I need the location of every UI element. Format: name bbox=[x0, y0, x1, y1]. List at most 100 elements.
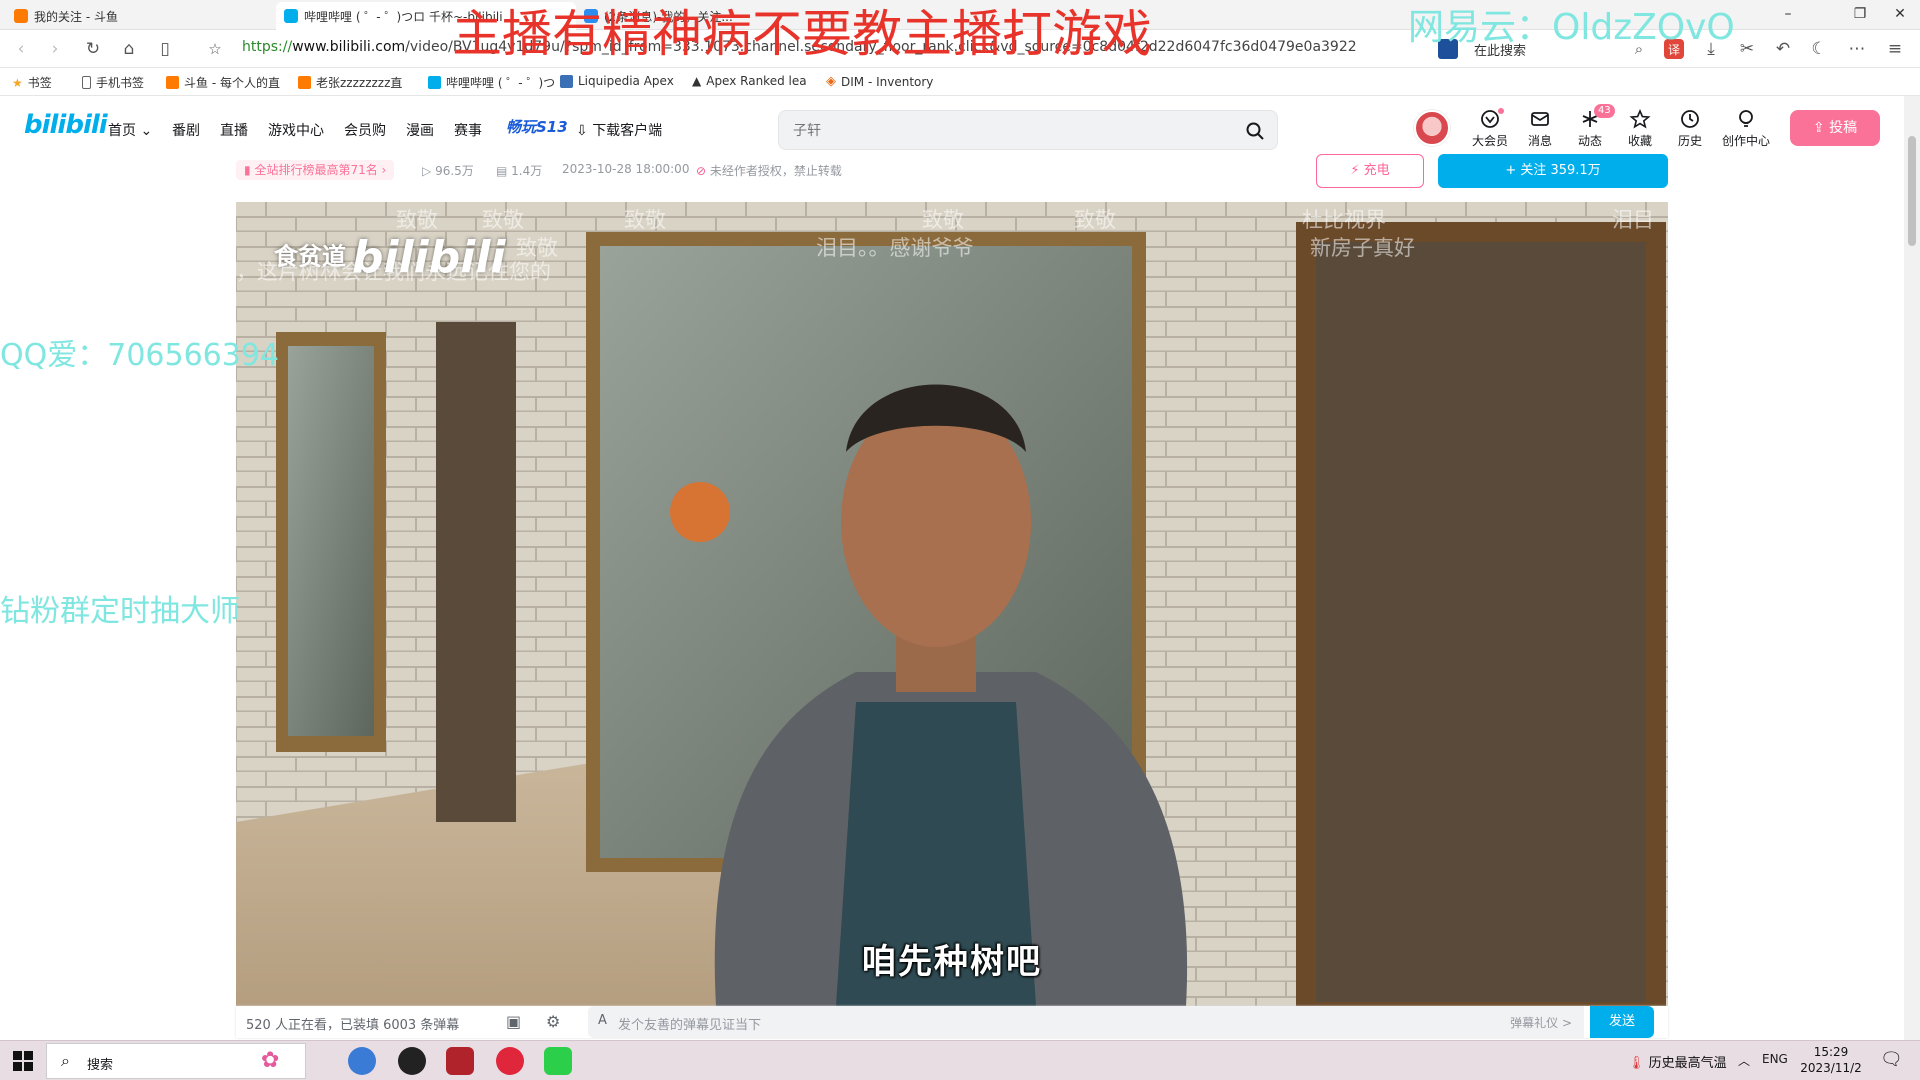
search-input[interactable] bbox=[793, 121, 1213, 141]
bookmark-item[interactable]: 手机书签 bbox=[82, 74, 144, 91]
header-vip[interactable]: 大会员 bbox=[1466, 108, 1514, 149]
bookmark-item[interactable]: 老张zzzzzzzz直 bbox=[298, 74, 402, 91]
danmaku-item: 致敬 bbox=[396, 208, 438, 232]
nav-esports[interactable]: 赛事 bbox=[454, 120, 482, 140]
danmaku-toggle-icon[interactable]: ▣ bbox=[506, 1012, 521, 1031]
nav-anime[interactable]: 番剧 bbox=[172, 120, 200, 140]
minimize-icon[interactable]: – bbox=[1778, 4, 1798, 24]
rank-label: 全站排行榜最高第71名 bbox=[254, 163, 378, 177]
adobe-app-icon[interactable] bbox=[446, 1047, 474, 1075]
overlay-title: 主播有精神病不要教主播打游戏 bbox=[452, 5, 1152, 63]
page-scrollbar[interactable] bbox=[1904, 96, 1920, 1040]
reader-icon[interactable]: ▯ bbox=[154, 38, 176, 60]
copyright-notice: ⊘ 未经作者授权，禁止转载 bbox=[696, 162, 842, 179]
scrollbar-thumb[interactable] bbox=[1908, 136, 1916, 246]
restore-icon[interactable]: ❐ bbox=[1850, 4, 1870, 24]
header-history[interactable]: 历史 bbox=[1666, 108, 1714, 149]
bookmark-item[interactable]: ★ 书签 bbox=[12, 74, 52, 91]
close-icon[interactable]: ✕ bbox=[1890, 4, 1910, 24]
tray-weather[interactable]: 🌡 历史最高气温 bbox=[1628, 1052, 1727, 1071]
danmaku-item: 致敬 bbox=[1074, 208, 1116, 232]
upload-icon: ⇪ bbox=[1812, 120, 1825, 136]
follow-button[interactable]: + 关注 359.1万 bbox=[1438, 154, 1668, 188]
header-dynamic[interactable]: 43 动态 bbox=[1566, 104, 1615, 149]
danmaku-settings-icon[interactable]: ⚙ bbox=[546, 1012, 560, 1031]
header-messages[interactable]: 消息 bbox=[1516, 108, 1564, 149]
home-icon[interactable]: ⌂ bbox=[118, 38, 140, 60]
bookmark-item[interactable]: Liquipedia Apex bbox=[560, 74, 674, 88]
douyu-icon bbox=[166, 76, 179, 89]
nav-label: 下载客户端 bbox=[592, 123, 663, 139]
avatar[interactable] bbox=[1414, 110, 1450, 146]
danmaku-placeholder: 发个友善的弹幕见证当下 bbox=[618, 1018, 762, 1033]
bookmark-item[interactable]: 斗鱼 - 每个人的直 bbox=[166, 74, 280, 91]
header-favorites[interactable]: 收藏 bbox=[1616, 108, 1664, 149]
bilibili-logo[interactable]: bilibili bbox=[24, 110, 108, 140]
taskbar-clock[interactable]: 15:29 2023/11/2 bbox=[1796, 1044, 1866, 1076]
nav-comics[interactable]: 漫画 bbox=[406, 120, 434, 140]
danmaku-etiquette-link[interactable]: 弹幕礼仪 > bbox=[1510, 1014, 1572, 1031]
upload-label: 投稿 bbox=[1829, 120, 1858, 136]
reload-icon[interactable]: ↻ bbox=[82, 38, 104, 60]
upload-button[interactable]: ⇪ 投稿 bbox=[1790, 110, 1880, 146]
notification-icon[interactable]: 🗨 bbox=[1880, 1049, 1903, 1070]
star-icon: ★ bbox=[12, 75, 23, 90]
bookmark-item[interactable]: ◈ DIM - Inventory bbox=[826, 74, 933, 89]
bookmark-label: Liquipedia Apex bbox=[578, 74, 674, 88]
danmaku-input[interactable]: A 发个友善的弹幕见证当下 弹幕礼仪 > bbox=[588, 1006, 1584, 1038]
bookmark-label: Apex Ranked lea bbox=[706, 74, 807, 88]
dim-icon: ◈ bbox=[826, 74, 836, 89]
search-icon[interactable] bbox=[1245, 121, 1265, 141]
send-danmaku-button[interactable]: 发送 bbox=[1590, 1006, 1654, 1038]
menu-icon[interactable]: ≡ bbox=[1884, 38, 1906, 60]
video-player[interactable]: 食贫道 bilibili 致敬 致敬 致敬 致敬 致敬 致敬 泪目。。感谢爷爷 杜… bbox=[236, 202, 1668, 1006]
forward-icon[interactable]: › bbox=[44, 38, 66, 60]
nav-game-center[interactable]: 游戏中心 bbox=[268, 120, 324, 140]
undo-icon[interactable]: ↶ bbox=[1772, 38, 1794, 60]
header-icon-label: 消息 bbox=[1527, 134, 1552, 148]
browser-app-icon[interactable] bbox=[348, 1047, 376, 1075]
nav-home[interactable]: 首页 ⌄ bbox=[108, 120, 152, 140]
bilibili-tab-icon bbox=[284, 9, 298, 23]
danmaku-count-value: 1.4万 bbox=[511, 164, 543, 178]
more-icon[interactable]: ⋯ bbox=[1846, 38, 1868, 60]
header-creator-center[interactable]: 创作中心 bbox=[1718, 108, 1774, 149]
chevron-down-icon: ⌄ bbox=[140, 123, 153, 139]
bookmark-item[interactable]: 哔哩哔哩 ( ゜- ゜)つ bbox=[428, 74, 555, 91]
nav-live[interactable]: 直播 bbox=[220, 120, 248, 140]
nav-s13[interactable]: 畅玩S13 bbox=[506, 116, 568, 137]
tab-title: 我的关注 - 斗鱼 bbox=[34, 9, 118, 24]
netease-music-icon[interactable] bbox=[496, 1047, 524, 1075]
windows-start-icon[interactable] bbox=[13, 1051, 33, 1071]
taskbar-search-label: 搜索 bbox=[87, 1058, 114, 1073]
tab-douyu[interactable]: 我的关注 - 斗鱼 bbox=[6, 2, 276, 30]
bookmark-item[interactable]: ▲ Apex Ranked lea bbox=[692, 74, 807, 88]
liquipedia-icon bbox=[560, 74, 573, 88]
danmaku-item: 杜比视界 bbox=[1302, 208, 1386, 232]
scissors-icon[interactable]: ✂ bbox=[1736, 38, 1758, 60]
kook-app-icon[interactable] bbox=[544, 1047, 572, 1075]
input-language[interactable]: ENG bbox=[1762, 1052, 1788, 1066]
rank-icon: ▮ bbox=[244, 163, 251, 177]
overlay-fans-group: 钻粉群定时抽大师 bbox=[0, 594, 240, 629]
font-style-icon[interactable]: A bbox=[598, 1013, 607, 1028]
back-icon[interactable]: ‹ bbox=[10, 38, 32, 60]
nav-download-client[interactable]: ⇩ 下载客户端 bbox=[576, 120, 662, 140]
moon-icon[interactable]: ☾ bbox=[1808, 38, 1830, 60]
weather-label: 历史最高气温 bbox=[1648, 1056, 1727, 1071]
charge-button[interactable]: ⚡ 充电 bbox=[1316, 154, 1424, 188]
tray-chevron-icon[interactable]: ︿ bbox=[1738, 1052, 1750, 1069]
thermometer-icon: 🌡 bbox=[1628, 1056, 1645, 1071]
rank-tag[interactable]: ▮ 全站排行榜最高第71名 › bbox=[236, 160, 395, 180]
danmaku-icon: ▤ bbox=[496, 164, 508, 178]
site-header: bilibili 首页 ⌄ 番剧 直播 游戏中心 会员购 漫画 赛事 畅玩S13… bbox=[0, 96, 1904, 160]
history-icon bbox=[1681, 110, 1699, 128]
nav-mall[interactable]: 会员购 bbox=[344, 120, 386, 140]
viewer-count: 520 人正在看，已装填 6003 条弹幕 bbox=[246, 1018, 460, 1033]
taskbar-search[interactable]: ⌕ 搜索 ✿ bbox=[46, 1043, 306, 1079]
obs-app-icon[interactable] bbox=[398, 1047, 426, 1075]
douyu-icon bbox=[298, 76, 311, 89]
header-icon-label: 动态 bbox=[1577, 134, 1602, 148]
dynamic-badge: 43 bbox=[1594, 104, 1615, 118]
bookmark-star-icon[interactable]: ☆ bbox=[204, 38, 226, 60]
